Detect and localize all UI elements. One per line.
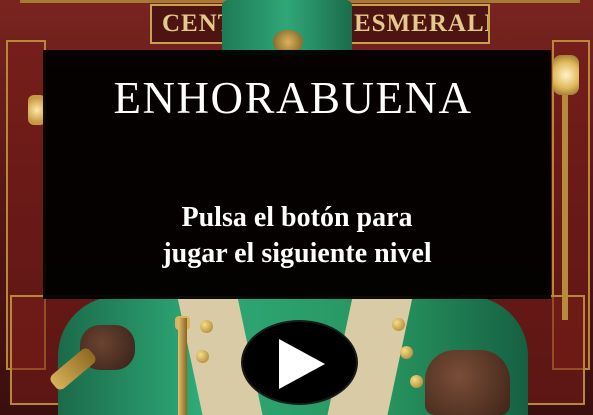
coat-button — [410, 375, 423, 388]
dialog-message: Pulsa el botón para jugar el siguiente n… — [43, 200, 551, 272]
lamp-icon — [553, 55, 579, 95]
coat-button — [392, 318, 405, 331]
dialog-title: ENHORABUENA — [113, 73, 473, 123]
coat-button — [196, 350, 209, 363]
lamp-post — [562, 70, 568, 320]
station-sign-left: CENT — [150, 4, 230, 44]
coat-button — [200, 320, 213, 333]
coat-button — [400, 346, 413, 359]
gloved-hand — [425, 350, 510, 415]
station-sign-right: ESMERALDA — [350, 4, 490, 44]
dialog-message-line2: jugar el siguiente nivel — [162, 238, 432, 269]
dialog-message-line1: Pulsa el botón para — [181, 202, 413, 233]
brass-pole — [178, 318, 187, 415]
play-next-level-button[interactable] — [241, 320, 358, 405]
level-complete-dialog: ENHORABUENA Pulsa el botón para jugar el… — [43, 50, 551, 299]
play-icon — [279, 339, 325, 389]
